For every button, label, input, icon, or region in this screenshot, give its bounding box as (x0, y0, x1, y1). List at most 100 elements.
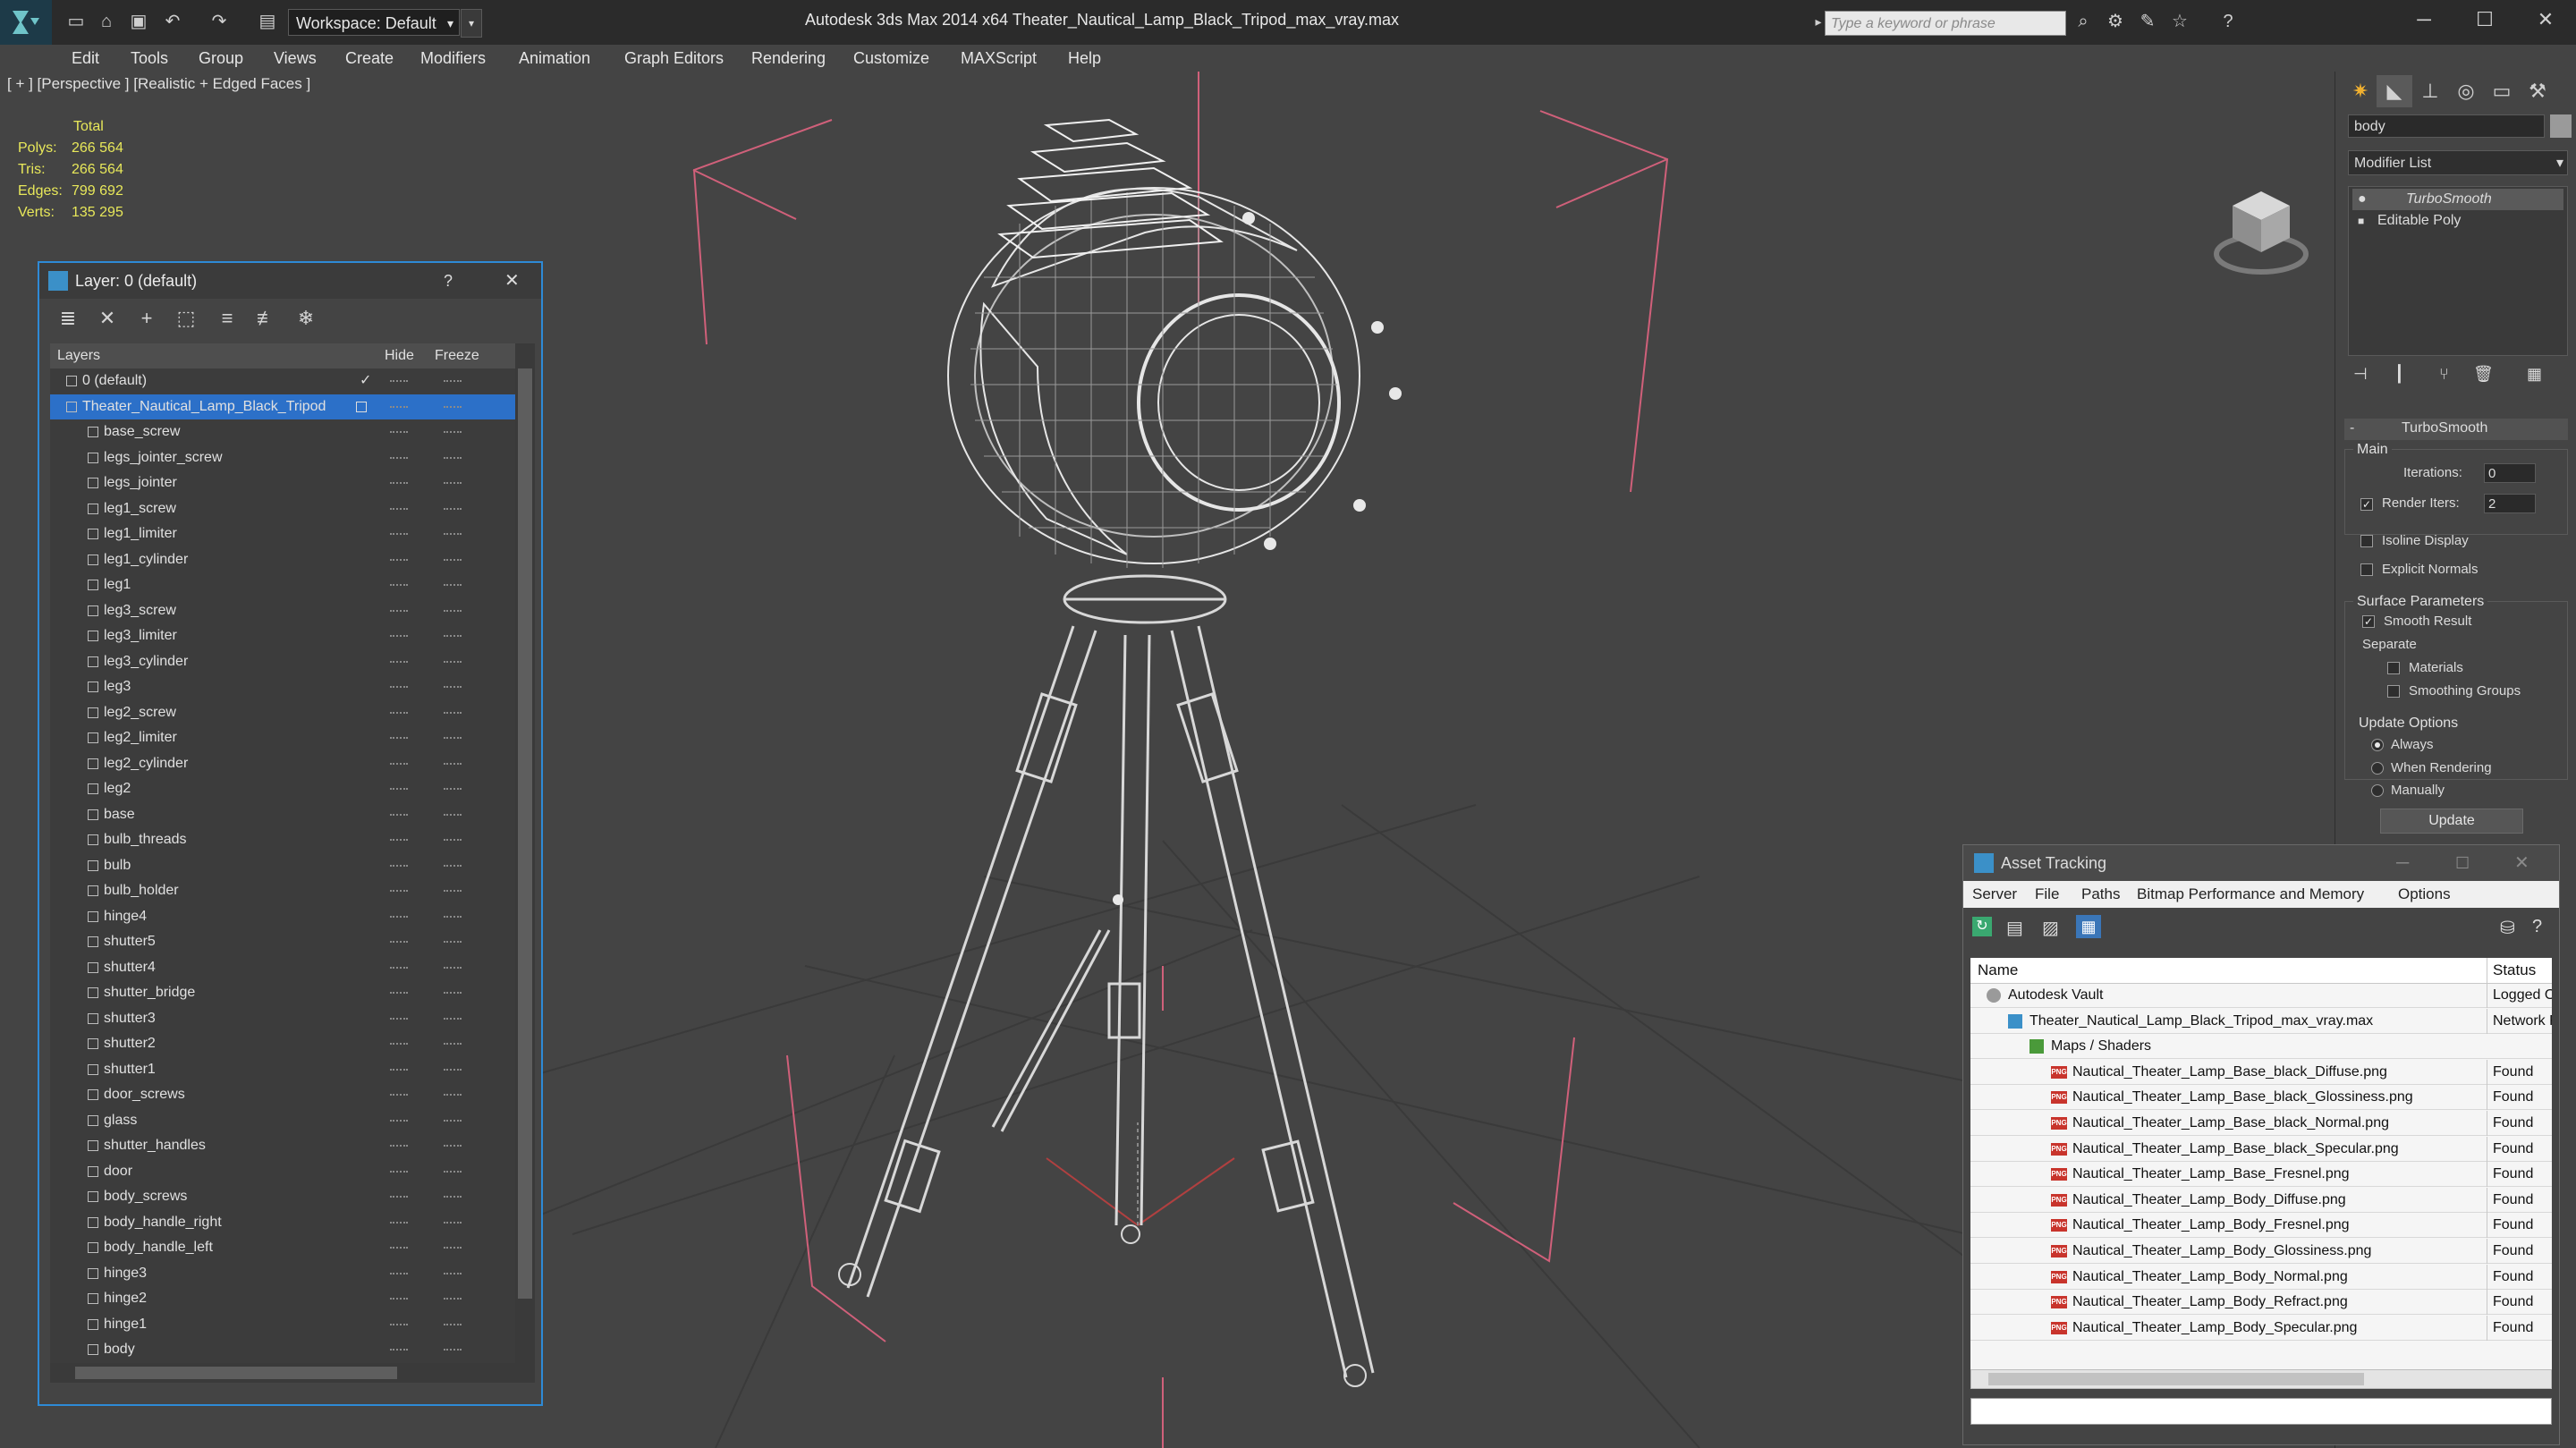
layer-row[interactable]: leg3_limiter (50, 623, 515, 648)
redo-icon[interactable]: ↷ (208, 11, 231, 32)
close-button[interactable]: ✕ (2519, 4, 2572, 36)
freeze-toggle[interactable] (444, 864, 462, 868)
object-color-swatch[interactable] (2550, 114, 2572, 138)
viewcube-icon[interactable] (2207, 182, 2315, 281)
freeze-toggle[interactable] (444, 1119, 462, 1123)
hide-toggle[interactable] (390, 839, 408, 843)
app-menu-button[interactable] (0, 0, 52, 45)
freeze-toggle[interactable] (444, 1017, 462, 1021)
separate-smoothing-groups-checkbox[interactable] (2387, 685, 2400, 698)
layer-row[interactable]: shutter3 (50, 1006, 515, 1031)
menu-edit[interactable]: Edit (72, 45, 99, 72)
layer-row[interactable]: leg2_limiter (50, 725, 515, 750)
menu-customize[interactable]: Customize (853, 45, 929, 72)
layer-row[interactable]: leg2 (50, 776, 515, 801)
layer-row[interactable]: leg3 (50, 674, 515, 699)
menu-maxscript[interactable]: MAXScript (961, 45, 1037, 72)
minimize-button[interactable]: ─ (2397, 4, 2451, 36)
layer-row[interactable]: body_screws (50, 1184, 515, 1209)
layer-row[interactable]: door (50, 1159, 515, 1184)
layer-row[interactable]: leg1_cylinder (50, 547, 515, 572)
hide-toggle[interactable] (390, 1145, 408, 1148)
layer-row[interactable]: leg2_screw (50, 700, 515, 725)
at-menu-bitmap-performance[interactable]: Bitmap Performance and Memory (2137, 881, 2364, 908)
asset-row[interactable]: PNG Nautical_Theater_Lamp_Base_black_Diff… (1970, 1059, 2552, 1085)
freeze-toggle[interactable] (444, 1349, 462, 1352)
update-manually-radio[interactable] (2371, 784, 2384, 797)
configure-modifier-sets-icon[interactable]: ▦ (2527, 365, 2542, 384)
layer-panel-titlebar[interactable]: Layer: 0 (default) ? ✕ (39, 263, 541, 299)
hide-toggle[interactable] (390, 915, 408, 919)
maximize-button[interactable]: ☐ (2455, 845, 2470, 881)
asset-row[interactable]: PNG Nautical_Theater_Lamp_Body_Refract.pn… (1970, 1290, 2552, 1316)
hide-toggle[interactable] (390, 864, 408, 868)
hide-toggle[interactable] (390, 660, 408, 665)
layer-row[interactable]: leg1_screw (50, 496, 515, 521)
layer-list-vscroll-thumb[interactable] (518, 368, 532, 1299)
hide-toggle[interactable] (390, 711, 408, 716)
freeze-toggle[interactable] (444, 813, 462, 817)
hide-toggle[interactable] (390, 1349, 408, 1352)
asset-row[interactable]: PNG Nautical_Theater_Lamp_Body_Diffuse.pn… (1970, 1187, 2552, 1213)
explicit-normals-checkbox[interactable] (2360, 563, 2373, 576)
asset-row[interactable]: PNG Nautical_Theater_Lamp_Base_Fresnel.pn… (1970, 1162, 2552, 1188)
iterations-spinner[interactable]: 0 (2484, 463, 2536, 483)
freeze-toggle[interactable] (444, 1043, 462, 1046)
freeze-toggle[interactable] (444, 1068, 462, 1072)
turbosmooth-rollout-header[interactable]: - TurboSmooth (2344, 419, 2568, 440)
col-layers[interactable]: Layers (57, 343, 100, 368)
freeze-all-icon[interactable]: ❄ (293, 306, 318, 331)
layer-row[interactable]: leg3_cylinder (50, 649, 515, 674)
asset-row[interactable]: Theater_Nautical_Lamp_Black_Tripod_max_v… (1970, 1008, 2552, 1034)
asset-row[interactable]: PNG Nautical_Theater_Lamp_Base_black_Spec… (1970, 1136, 2552, 1162)
freeze-toggle[interactable] (444, 635, 462, 639)
pin-stack-icon[interactable]: ⊣ (2353, 365, 2368, 384)
freeze-toggle[interactable] (444, 992, 462, 995)
freeze-toggle[interactable] (444, 737, 462, 741)
at-menu-server[interactable]: Server (1972, 881, 2017, 908)
layer-row[interactable]: leg3_screw (50, 598, 515, 623)
freeze-toggle[interactable] (444, 380, 462, 384)
layer-row[interactable]: base (50, 802, 515, 827)
hide-toggle[interactable] (390, 686, 408, 690)
render-iters-spinner[interactable]: 2 (2484, 494, 2536, 513)
maximize-button[interactable]: ☐ (2458, 4, 2512, 36)
isoline-display-checkbox[interactable] (2360, 535, 2373, 547)
hide-all-icon[interactable]: ≢ (254, 306, 279, 331)
hide-toggle[interactable] (390, 507, 408, 512)
hide-toggle[interactable] (390, 762, 408, 766)
subscription-icon[interactable]: ✎ (2136, 11, 2159, 32)
asset-row[interactable]: Autodesk Vault Logged Out (1970, 983, 2552, 1008)
update-button[interactable]: Update (2380, 809, 2523, 834)
freeze-toggle[interactable] (444, 711, 462, 716)
freeze-toggle[interactable] (444, 915, 462, 919)
modify-tab-icon[interactable]: ◣ (2377, 75, 2412, 107)
layer-row[interactable]: hinge3 (50, 1261, 515, 1286)
hide-toggle[interactable] (390, 737, 408, 741)
menu-help[interactable]: Help (1068, 45, 1101, 72)
layer-row[interactable]: bulb (50, 853, 515, 878)
freeze-toggle[interactable] (444, 482, 462, 486)
at-menu-options[interactable]: Options (2398, 881, 2451, 908)
undo-icon[interactable]: ↶ (161, 11, 184, 32)
freeze-toggle[interactable] (444, 890, 462, 893)
detail-view-icon[interactable]: ▨ (2042, 917, 2059, 939)
hide-toggle[interactable] (390, 813, 408, 817)
select-layer-icon[interactable]: ≡ (215, 306, 240, 331)
stack-item-editable-poly[interactable]: ■ Editable Poly (2352, 210, 2563, 232)
asset-path-field[interactable] (1970, 1398, 2552, 1425)
col-hide[interactable]: Hide (385, 343, 414, 368)
menu-modifiers[interactable]: Modifiers (420, 45, 486, 72)
expand-icon[interactable]: ■ (2358, 210, 2364, 232)
freeze-toggle[interactable] (444, 533, 462, 537)
layer-row[interactable]: legs_jointer_screw (50, 445, 515, 470)
layer-row[interactable]: shutter1 (50, 1057, 515, 1082)
layer-row[interactable]: hinge4 (50, 904, 515, 929)
lightbulb-icon[interactable]: ● (2358, 189, 2367, 210)
hide-toggle[interactable] (390, 558, 408, 563)
layer-row[interactable]: bulb_holder (50, 878, 515, 903)
layer-row[interactable]: shutter_handles (50, 1133, 515, 1158)
layers-stack-icon[interactable]: ≣ (55, 306, 80, 331)
menu-animation[interactable]: Animation (519, 45, 590, 72)
help-icon[interactable]: ? (2532, 917, 2542, 937)
